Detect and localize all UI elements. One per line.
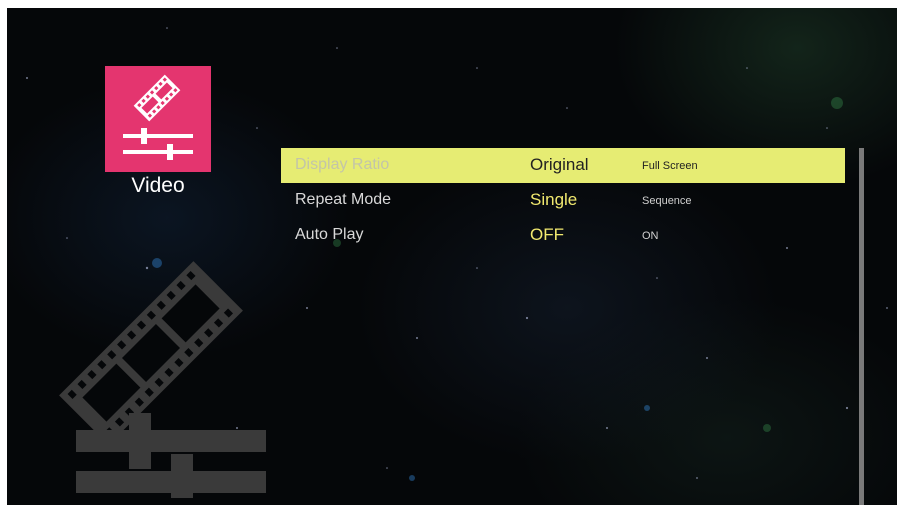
setting-current-value[interactable]: Original: [530, 155, 589, 175]
setting-name: Repeat Mode: [295, 191, 392, 208]
video-category-tile[interactable]: [105, 66, 211, 172]
setting-current-value[interactable]: Single: [530, 190, 577, 210]
setting-alternate-option[interactable]: Full Screen: [642, 160, 698, 172]
setting-name: Display Ratio: [295, 156, 390, 173]
setting-alternate-option[interactable]: Sequence: [642, 195, 692, 207]
scrollbar[interactable]: [859, 148, 864, 505]
setting-name: Auto Play: [295, 226, 364, 243]
setting-alternate-option[interactable]: ON: [642, 230, 659, 242]
category-label: Video: [131, 174, 185, 197]
setting-row-auto-play[interactable]: Auto Play OFF ON: [281, 218, 845, 253]
setting-row-display-ratio[interactable]: Display Ratio Original Full Screen: [281, 148, 845, 183]
film-strip-sliders-icon: [59, 261, 266, 498]
setting-current-value[interactable]: OFF: [530, 225, 564, 245]
film-strip-sliders-icon: [123, 74, 193, 160]
settings-screen: Video: [7, 8, 897, 505]
settings-menu: Display Ratio Original Full Screen Repea…: [281, 148, 845, 253]
setting-row-repeat-mode[interactable]: Repeat Mode Single Sequence: [281, 183, 845, 218]
